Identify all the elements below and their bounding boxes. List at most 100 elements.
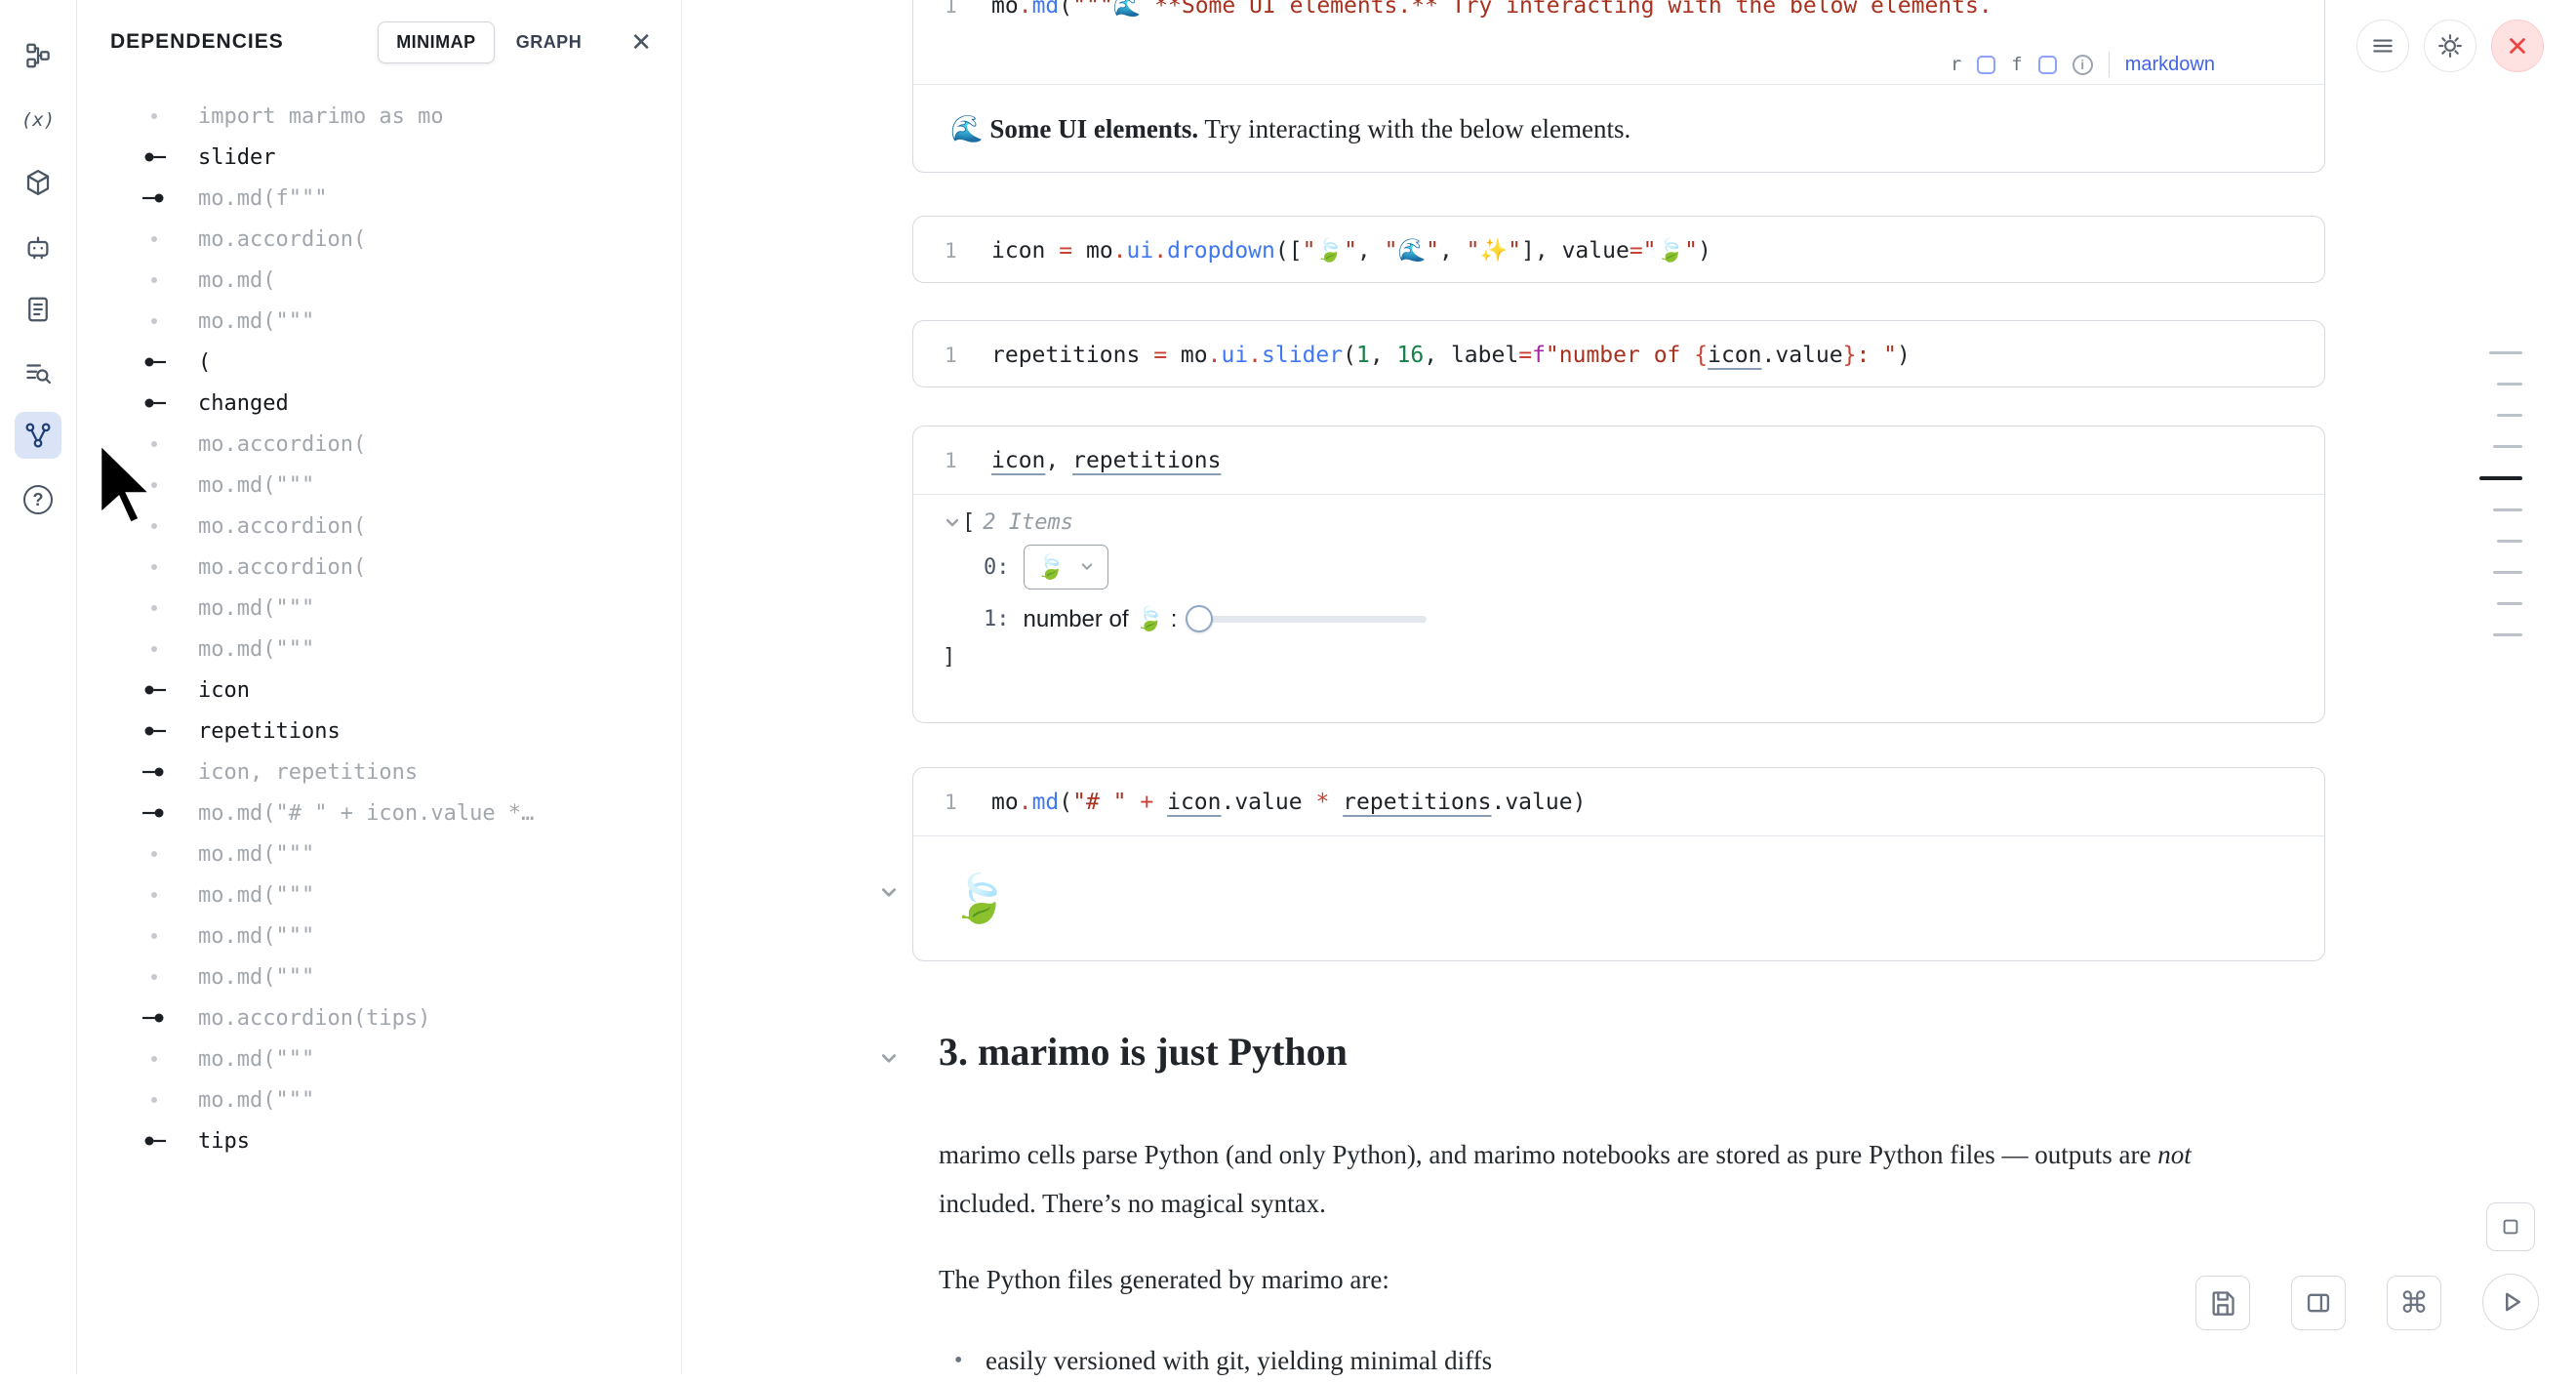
tab-graph[interactable]: GRAPH xyxy=(499,22,600,62)
bullet-marker: • xyxy=(954,1339,986,1382)
logs-search-icon[interactable] xyxy=(15,349,61,396)
output-bold-text: Some UI elements. xyxy=(989,114,1198,143)
minimap-cell-row[interactable]: mo.md( xyxy=(77,260,681,301)
cell-tracker-line[interactable] xyxy=(2489,351,2522,354)
cell-tracker-line[interactable] xyxy=(2493,445,2522,448)
info-icon[interactable]: i xyxy=(2073,55,2093,75)
cell-tracker-line[interactable] xyxy=(2479,476,2522,480)
cell-node-icon xyxy=(141,1051,181,1067)
slider-track[interactable] xyxy=(1188,616,1427,623)
minimap-cell-row[interactable]: mo.accordion( xyxy=(77,219,681,260)
minimap-cell-row[interactable]: mo.md(""" xyxy=(77,956,681,997)
cell-editor[interactable]: 1 mo.md("# " + icon.value * repetitions.… xyxy=(913,768,2324,835)
minimap-cell-row[interactable]: mo.md(""" xyxy=(77,301,681,342)
toggle-f-checkbox[interactable] xyxy=(2038,56,2057,74)
cell-tracker-line[interactable] xyxy=(2497,602,2522,605)
minimap-cell-row[interactable]: mo.md(""" xyxy=(77,1038,681,1079)
cell-node-icon xyxy=(141,1092,181,1108)
packages-icon[interactable] xyxy=(15,159,61,206)
minimap-cell-row[interactable]: ( xyxy=(77,342,681,383)
tab-minimap[interactable]: MINIMAP xyxy=(378,21,495,63)
toggle-r-checkbox[interactable] xyxy=(1977,56,1995,74)
cell-code-preview: slider xyxy=(198,145,275,170)
cell-code-preview: mo.md(""" xyxy=(198,965,314,990)
minimap-cell-row[interactable]: mo.md(""" xyxy=(77,833,681,874)
cell-output: 🍃 xyxy=(913,835,2324,960)
minimap-cell-row[interactable]: tips xyxy=(77,1120,681,1161)
minimap-cell-row[interactable]: mo.accordion( xyxy=(77,547,681,588)
layout-toggle-button[interactable] xyxy=(2291,1276,2346,1330)
minimap-cell-row[interactable]: mo.accordion(tips) xyxy=(77,997,681,1038)
minimap-cell-row[interactable]: mo.md(""" xyxy=(77,1079,681,1120)
code-line: mo.md("""🌊 **Some UI elements.** Try int… xyxy=(991,0,1992,19)
cell-output: 🌊 Some UI elements. Try interacting with… xyxy=(913,84,2324,173)
minimap-cell-row[interactable]: repetitions xyxy=(77,711,681,752)
help-icon[interactable]: ? xyxy=(15,476,61,523)
notebook-menu-button[interactable] xyxy=(2356,20,2409,72)
cell-tracker-line[interactable] xyxy=(2493,633,2522,636)
documentation-icon[interactable] xyxy=(15,286,61,333)
cell-node-icon xyxy=(141,682,181,698)
cell-code-preview: mo.md("# " + icon.value *… xyxy=(198,801,534,826)
collapse-section-chevron[interactable] xyxy=(872,1042,906,1076)
cell-code-preview: mo.accordion(tips) xyxy=(198,1006,430,1031)
sidebar-icon-rail: (x) ? xyxy=(0,0,77,1374)
code-line: icon, repetitions xyxy=(991,448,1221,473)
repetitions-slider[interactable]: number of 🍃 : xyxy=(1024,605,1428,633)
cell-node-icon xyxy=(141,969,181,985)
minimap-cell-row[interactable]: icon xyxy=(77,670,681,711)
toolbar-divider xyxy=(2109,52,2110,77)
cell-footer-toolbar: r f i markdown xyxy=(913,45,2324,84)
cell-tracker-line[interactable] xyxy=(2497,414,2522,417)
cell-code-preview: ( xyxy=(198,350,211,375)
line-number: 1 xyxy=(945,239,991,263)
cell-editor[interactable]: 1 icon = mo.ui.dropdown(["🍃", "🌊", "✨"],… xyxy=(913,217,2324,284)
cell-code-preview: tips xyxy=(198,1129,250,1154)
minimize-panel-button[interactable] xyxy=(2486,1202,2535,1251)
minimap-cell-row[interactable]: mo.md("# " + icon.value *… xyxy=(77,793,681,833)
file-tree-icon[interactable] xyxy=(15,32,61,79)
icon-dropdown-select[interactable]: 🍃 xyxy=(1024,545,1109,589)
cell-position-tracker xyxy=(2479,351,2522,665)
minimap-cell-row[interactable]: changed xyxy=(77,383,681,424)
minimap-cell-row[interactable]: slider xyxy=(77,137,681,178)
collapse-chevron-icon[interactable] xyxy=(943,516,962,530)
shutdown-button[interactable] xyxy=(2491,20,2544,72)
cell-tracker-line[interactable] xyxy=(2497,383,2522,386)
language-mode-markdown[interactable]: markdown xyxy=(2125,54,2215,76)
minimap-cell-row[interactable]: mo.md(""" xyxy=(77,874,681,915)
settings-button[interactable] xyxy=(2424,20,2476,72)
minimap-cell-row[interactable]: mo.md(""" xyxy=(77,588,681,629)
cell-node-icon xyxy=(141,190,181,206)
minimap-cell-row[interactable]: mo.accordion( xyxy=(77,506,681,547)
variables-icon[interactable]: (x) xyxy=(15,97,61,143)
close-panel-button[interactable]: ✕ xyxy=(630,29,652,55)
minimap-cell-row[interactable]: mo.accordion( xyxy=(77,424,681,465)
cell-editor[interactable]: 1 icon, repetitions xyxy=(913,427,2324,494)
save-notebook-button[interactable] xyxy=(2195,1276,2250,1330)
cell-node-icon xyxy=(141,231,181,247)
minimap-cell-row[interactable]: mo.md(f""" xyxy=(77,178,681,219)
minimap-cell-row[interactable]: mo.md(""" xyxy=(77,465,681,506)
minimap-cell-row[interactable]: import marimo as mo xyxy=(77,96,681,137)
dependency-graph-icon[interactable] xyxy=(15,412,61,459)
cell-code-preview: mo.accordion( xyxy=(198,514,366,539)
minimap-cell-list: import marimo as mo slider mo.md(f""" mo.ac… xyxy=(77,96,681,1161)
cell-editor[interactable]: 1 repetitions = mo.ui.slider(1, 16, labe… xyxy=(913,321,2324,388)
cell-code-preview: import marimo as mo xyxy=(198,104,444,129)
slider-knob[interactable] xyxy=(1186,605,1213,632)
minimap-cell-row[interactable]: icon, repetitions xyxy=(77,752,681,793)
cell-editor[interactable]: 1 mo.md("""🌊 **Some UI elements.** Try i… xyxy=(913,0,2324,45)
run-cells-button[interactable] xyxy=(2482,1274,2539,1330)
ai-assistant-icon[interactable] xyxy=(15,224,61,270)
cell-tracker-line[interactable] xyxy=(2497,540,2522,543)
collapse-cell-chevron[interactable] xyxy=(872,876,906,910)
cell-node-icon xyxy=(141,149,181,165)
command-palette-button[interactable]: ⌘ xyxy=(2387,1276,2441,1330)
minimap-cell-row[interactable]: mo.md(""" xyxy=(77,915,681,956)
cell-code-preview: mo.accordion( xyxy=(198,227,366,252)
cell-tracker-line[interactable] xyxy=(2493,508,2522,511)
cell-node-icon xyxy=(141,313,181,329)
minimap-cell-row[interactable]: mo.md(""" xyxy=(77,629,681,670)
cell-tracker-line[interactable] xyxy=(2493,571,2522,574)
